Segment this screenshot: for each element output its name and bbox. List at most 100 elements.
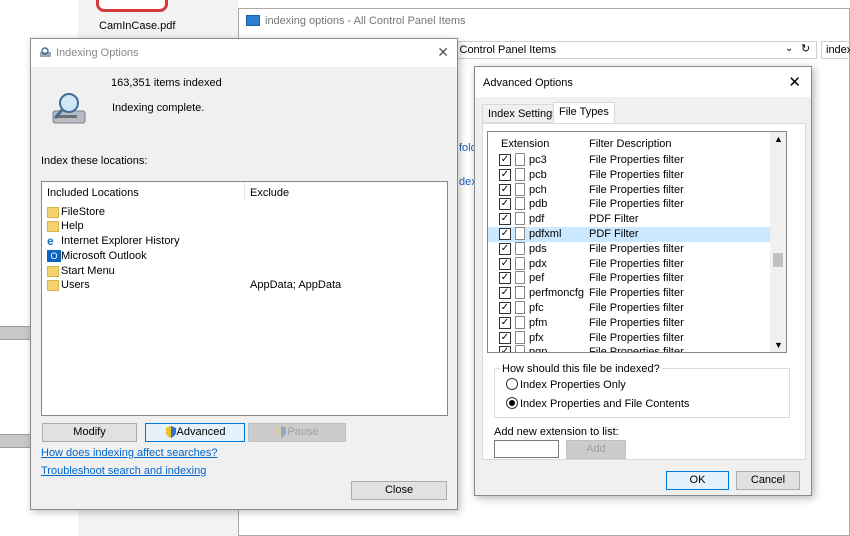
close-icon[interactable]: ✕ (788, 73, 801, 91)
address-bar[interactable]: l Control Panel Items (449, 41, 817, 59)
file-type-checkbox[interactable]: ✓ (499, 272, 511, 285)
tab-index-settings[interactable]: Index Settings (482, 104, 564, 123)
radio-index-properties-only[interactable] (506, 378, 518, 390)
ok-button[interactable]: OK (666, 471, 729, 490)
add-extension-input[interactable] (494, 440, 559, 458)
file-type-extension: pdx (529, 257, 547, 270)
file-type-row[interactable]: ✓ pdfxml PDF Filter (488, 227, 772, 242)
ie-icon: e (47, 234, 54, 249)
advanced-button[interactable]: Advanced (145, 423, 245, 442)
file-type-checkbox[interactable]: ✓ (499, 316, 511, 329)
scroll-down-icon[interactable]: ▼ (774, 340, 783, 350)
scroll-up-icon[interactable]: ▲ (774, 134, 783, 144)
file-type-row[interactable]: ✓ pgp File Properties filter (488, 345, 772, 353)
file-type-row[interactable]: ✓ perfmoncfg File Properties filter (488, 286, 772, 301)
add-button[interactable]: Add (566, 440, 626, 459)
outlook-icon: O (47, 250, 61, 263)
shield-icon (276, 426, 287, 439)
file-type-extension: pch (529, 183, 547, 196)
file-icon (515, 345, 525, 352)
file-type-checkbox[interactable]: ✓ (499, 198, 511, 211)
file-type-row[interactable]: ✓ pfx File Properties filter (488, 330, 772, 346)
cp-title: indexing options - All Control Panel Ite… (265, 15, 466, 27)
tab-file-types[interactable]: File Types (553, 102, 615, 124)
file-type-row[interactable]: ✓ pfm File Properties filter (488, 315, 772, 331)
shield-icon (165, 426, 176, 439)
file-icon (515, 241, 525, 255)
file-type-extension: pgp (529, 346, 548, 353)
dialog-title: Advanced Options (483, 77, 573, 89)
file-icon (515, 182, 525, 196)
file-type-description: File Properties filter (589, 183, 684, 196)
dialog-title: Indexing Options (56, 47, 139, 59)
radio-label[interactable]: Index Properties Only (520, 379, 626, 391)
radio-label[interactable]: Index Properties and File Contents (520, 398, 689, 410)
file-icon (515, 301, 525, 314)
location-row[interactable]: Help (47, 220, 84, 235)
indexing-status: Indexing complete. (112, 102, 205, 114)
file-type-checkbox[interactable]: ✓ (499, 213, 511, 226)
chevron-down-icon[interactable]: ⌄ (785, 43, 793, 54)
file-type-row[interactable]: ✓ pcb File Properties filter (488, 167, 772, 183)
location-row[interactable]: Start Menu (47, 265, 115, 280)
cancel-button[interactable]: Cancel (736, 471, 800, 490)
file-type-checkbox[interactable]: ✓ (499, 228, 511, 240)
location-row[interactable]: e Internet Explorer History (47, 235, 180, 250)
file-type-description: File Properties filter (589, 154, 684, 166)
background-bar (0, 434, 32, 448)
file-type-extension: pdf (529, 213, 545, 226)
file-icon (515, 315, 525, 329)
file-types-list[interactable]: Extension Filter Description ✓ pc3 File Pr… (487, 131, 787, 353)
scrollbar-thumb[interactable] (773, 253, 783, 267)
close-button[interactable]: Close (351, 481, 447, 500)
refresh-icon[interactable]: ↻ (801, 42, 810, 55)
file-type-row[interactable]: ✓ pds File Properties filter (488, 241, 772, 257)
file-type-row[interactable]: ✓ pdb File Properties filter (488, 197, 772, 212)
advanced-options-dialog: Advanced Options ✕ Index Settings File T… (474, 66, 812, 496)
pause-button[interactable]: Pause (248, 423, 346, 442)
file-type-row[interactable]: ✓ pch File Properties filter (488, 182, 772, 198)
file-label[interactable]: CamInCase.pdf (99, 20, 175, 32)
scrollbar[interactable]: ▲ ▼ (770, 132, 786, 352)
file-type-checkbox[interactable]: ✓ (499, 331, 511, 344)
file-type-checkbox[interactable]: ✓ (499, 257, 511, 270)
location-row[interactable]: Users AppData; AppData (47, 279, 427, 294)
index-method-label: How should this file be indexed? (500, 363, 662, 375)
file-type-checkbox[interactable]: ✓ (499, 346, 511, 352)
file-type-checkbox[interactable]: ✓ (499, 168, 511, 181)
column-header-description[interactable]: Filter Description (589, 138, 672, 150)
file-type-description: File Properties filter (589, 346, 684, 353)
modify-button[interactable]: Modify (42, 423, 137, 442)
column-header-included[interactable]: Included Locations (47, 187, 139, 199)
radio-index-properties-and-contents[interactable] (506, 397, 518, 409)
location-row[interactable]: O Microsoft Outlook (47, 250, 147, 265)
pdf-thumbnail[interactable]: PDF (96, 0, 168, 12)
location-row[interactable]: FileStore (47, 206, 105, 221)
column-header-extension[interactable]: Extension (501, 138, 549, 150)
file-type-description: PDF Filter (589, 213, 639, 226)
help-link-indexing-searches[interactable]: How does indexing affect searches? (41, 447, 218, 459)
file-type-row[interactable]: ✓ pc3 File Properties filter (488, 153, 772, 168)
file-type-checkbox[interactable]: ✓ (499, 287, 511, 300)
folder-icon (47, 279, 59, 291)
file-type-row[interactable]: ✓ pdx File Properties filter (488, 256, 772, 272)
file-type-checkbox[interactable]: ✓ (499, 242, 511, 255)
background-bar (0, 326, 32, 340)
search-input[interactable]: index (821, 41, 850, 59)
locations-list[interactable]: Included Locations Exclude FileStore Hel… (41, 181, 448, 416)
column-divider (244, 182, 245, 200)
file-type-checkbox[interactable]: ✓ (499, 183, 511, 196)
file-type-extension: pds (529, 242, 547, 255)
file-type-row[interactable]: ✓ pfc File Properties filter (488, 301, 772, 316)
file-type-row[interactable]: ✓ pdf PDF Filter (488, 212, 772, 227)
close-icon[interactable]: ✕ (437, 44, 449, 61)
file-type-checkbox[interactable]: ✓ (499, 302, 511, 314)
file-type-checkbox[interactable]: ✓ (499, 154, 511, 166)
help-link-troubleshoot[interactable]: Troubleshoot search and indexing (41, 465, 206, 477)
column-header-exclude[interactable]: Exclude (250, 187, 289, 199)
file-type-description: PDF Filter (589, 228, 639, 240)
file-type-description: File Properties filter (589, 242, 684, 255)
add-extension-label: Add new extension to list: (494, 426, 619, 438)
file-type-row[interactable]: ✓ pef File Properties filter (488, 271, 772, 286)
file-type-extension: pfm (529, 316, 548, 329)
